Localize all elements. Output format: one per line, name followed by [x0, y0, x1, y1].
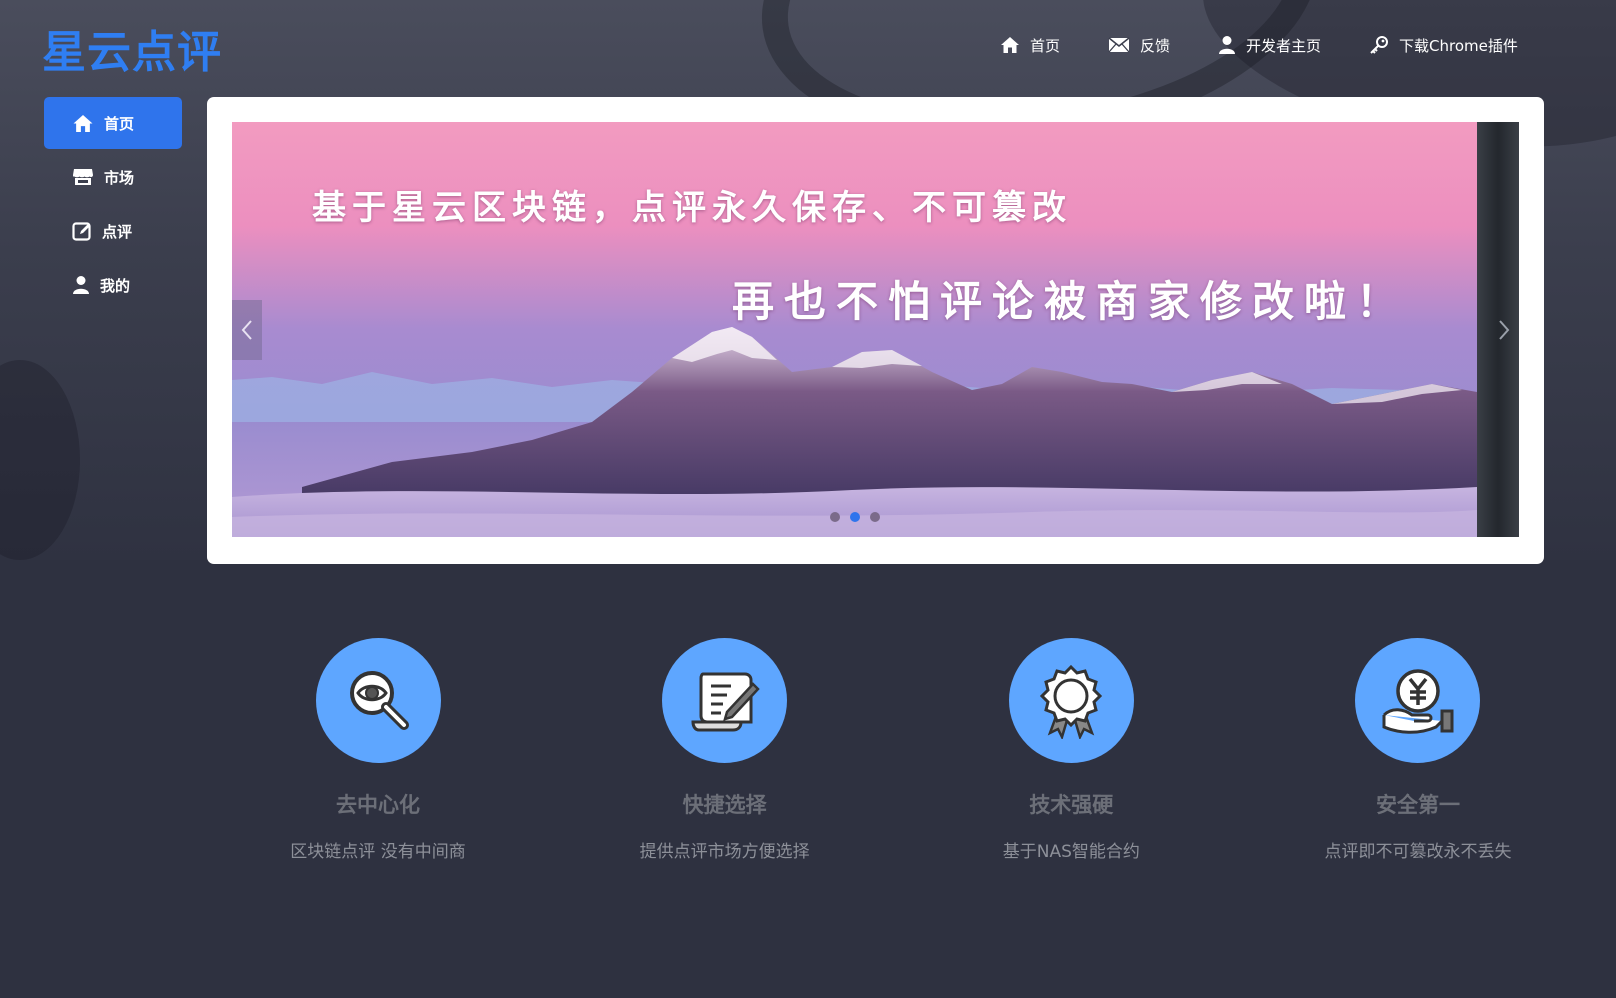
home-icon — [1001, 37, 1019, 53]
nav-feedback-link[interactable]: 反馈 — [1108, 35, 1170, 56]
nav-chrome-plugin-link[interactable]: 下载Chrome插件 — [1369, 35, 1518, 56]
nav-developer-label: 开发者主页 — [1246, 36, 1322, 55]
sidebar-item-label: 首页 — [104, 114, 135, 133]
chevron-right-icon — [1499, 320, 1510, 340]
nav-feedback-label: 反馈 — [1140, 36, 1171, 55]
feature-title: 技术强硬 — [1029, 793, 1114, 817]
carousel-caption-primary: 基于星云区块链，点评永久保存、不可篡改 — [312, 188, 1072, 228]
feature-description: 提供点评市场方便选择 — [639, 842, 810, 862]
brand-logo[interactable]: 星云点评 — [42, 16, 222, 80]
award-badge-icon — [1040, 664, 1103, 739]
store-icon — [73, 169, 93, 185]
yuan-hand-icon — [1382, 668, 1454, 734]
feature-item: 技术强硬 基于NAS智能合约 — [921, 638, 1221, 862]
feature-icon-circle — [662, 638, 788, 763]
sidebar-item-label: 我的 — [100, 276, 131, 295]
sidebar-item-home[interactable]: 首页 — [44, 97, 182, 149]
feature-title: 快捷选择 — [682, 793, 767, 817]
carousel-prev-button[interactable] — [232, 300, 262, 360]
feature-icon-circle — [1355, 638, 1481, 763]
sidebar-item-market[interactable]: 市场 — [44, 151, 182, 203]
top-navigation: 首页 反馈 开发者主页 下载Chrome插件 — [1000, 30, 1518, 60]
sidebar-item-review[interactable]: 点评 — [44, 205, 182, 257]
carousel-dot[interactable] — [849, 512, 860, 522]
carousel-dot[interactable] — [869, 512, 880, 522]
carousel-indicators — [232, 512, 1477, 522]
key-icon — [1370, 36, 1389, 54]
feature-item: 安全第一 点评即不可篡改永不丢失 — [1268, 638, 1568, 862]
home-icon — [73, 114, 93, 132]
feature-description: 区块链点评 没有中间商 — [290, 842, 466, 862]
chevron-left-icon — [241, 320, 252, 340]
feature-item: 快捷选择 提供点评市场方便选择 — [575, 638, 875, 862]
carousel-dot[interactable] — [829, 512, 840, 522]
nav-developer-link[interactable]: 开发者主页 — [1218, 35, 1321, 56]
feature-description: 点评即不可篡改永不丢失 — [1324, 842, 1512, 862]
feature-list: 去中心化 区块链点评 没有中间商 快捷选择 提供点评市场方便选择 技术强硬 基于… — [228, 638, 1568, 862]
sidebar-item-label: 市场 — [104, 168, 135, 187]
user-icon — [1219, 36, 1236, 54]
edit-icon — [72, 222, 91, 241]
feature-item: 去中心化 区块链点评 没有中间商 — [228, 638, 528, 862]
sidebar-item-mine[interactable]: 我的 — [44, 259, 182, 311]
sidebar-item-label: 点评 — [102, 222, 133, 241]
carousel-slide[interactable]: 基于星云区块链，点评永久保存、不可篡改 再也不怕评论被商家修改啦！ — [232, 122, 1477, 537]
feature-title: 安全第一 — [1375, 793, 1460, 817]
feature-icon-circle — [315, 638, 441, 763]
feature-description: 基于NAS智能合约 — [1002, 842, 1140, 862]
sidebar: 首页 市场 点评 我的 — [44, 97, 182, 313]
carousel: 基于星云区块链，点评永久保存、不可篡改 再也不怕评论被商家修改啦！ — [207, 97, 1544, 564]
carousel-caption-secondary: 再也不怕评论被商家修改啦！ — [732, 277, 1409, 326]
nav-home-link[interactable]: 首页 — [1000, 35, 1060, 56]
scroll-pen-icon — [691, 672, 760, 731]
feature-title: 去中心化 — [336, 793, 420, 817]
feature-icon-circle — [1008, 638, 1134, 763]
mail-icon — [1108, 37, 1130, 53]
user-icon — [73, 276, 89, 294]
nav-home-label: 首页 — [1030, 36, 1061, 55]
carousel-next-button[interactable] — [1489, 300, 1519, 360]
nav-chrome-plugin-label: 下载Chrome插件 — [1399, 36, 1518, 55]
magnifier-eye-icon — [350, 670, 409, 730]
